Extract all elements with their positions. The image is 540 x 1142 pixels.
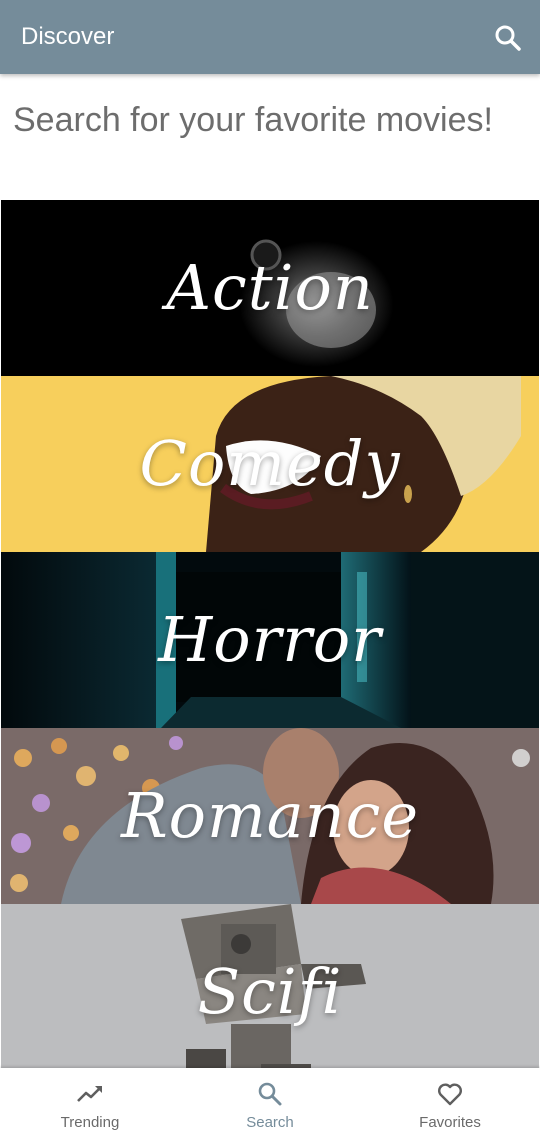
trending-up-icon bbox=[77, 1086, 102, 1102]
genre-label-horror: Horror bbox=[158, 603, 382, 676]
nav-label-search: Search bbox=[246, 1114, 294, 1131]
app-title: Discover bbox=[21, 23, 115, 50]
bottom-navigation: Trending Search Favorites bbox=[0, 1068, 540, 1142]
genre-tile-scifi[interactable]: Scifi bbox=[1, 904, 539, 1080]
app-bar: Discover bbox=[0, 0, 540, 74]
search-icon bbox=[495, 25, 521, 51]
genre-tile-romance[interactable]: Romance bbox=[1, 728, 539, 904]
genre-label-romance: Romance bbox=[120, 779, 420, 852]
nav-label-favorites: Favorites bbox=[419, 1114, 481, 1131]
genre-tile-comedy[interactable]: Comedy bbox=[1, 376, 539, 552]
nav-item-favorites[interactable]: Favorites bbox=[360, 1068, 540, 1142]
page-heading: Search for your favorite movies! bbox=[13, 101, 493, 139]
genre-label-comedy: Comedy bbox=[139, 427, 401, 500]
genre-label-action: Action bbox=[166, 251, 374, 324]
search-icon bbox=[258, 1082, 282, 1106]
nav-item-trending[interactable]: Trending bbox=[0, 1068, 180, 1142]
genre-tile-horror[interactable]: Horror bbox=[1, 552, 539, 728]
heart-outline-icon bbox=[438, 1083, 462, 1106]
genre-tile-action[interactable]: Action bbox=[1, 200, 539, 376]
search-button[interactable] bbox=[490, 20, 526, 56]
nav-label-trending: Trending bbox=[60, 1114, 120, 1131]
nav-item-search[interactable]: Search bbox=[180, 1068, 360, 1142]
genre-label-scifi: Scifi bbox=[197, 955, 343, 1028]
genre-list: Action Comedy Horror Romance Scifi bbox=[1, 200, 539, 1080]
